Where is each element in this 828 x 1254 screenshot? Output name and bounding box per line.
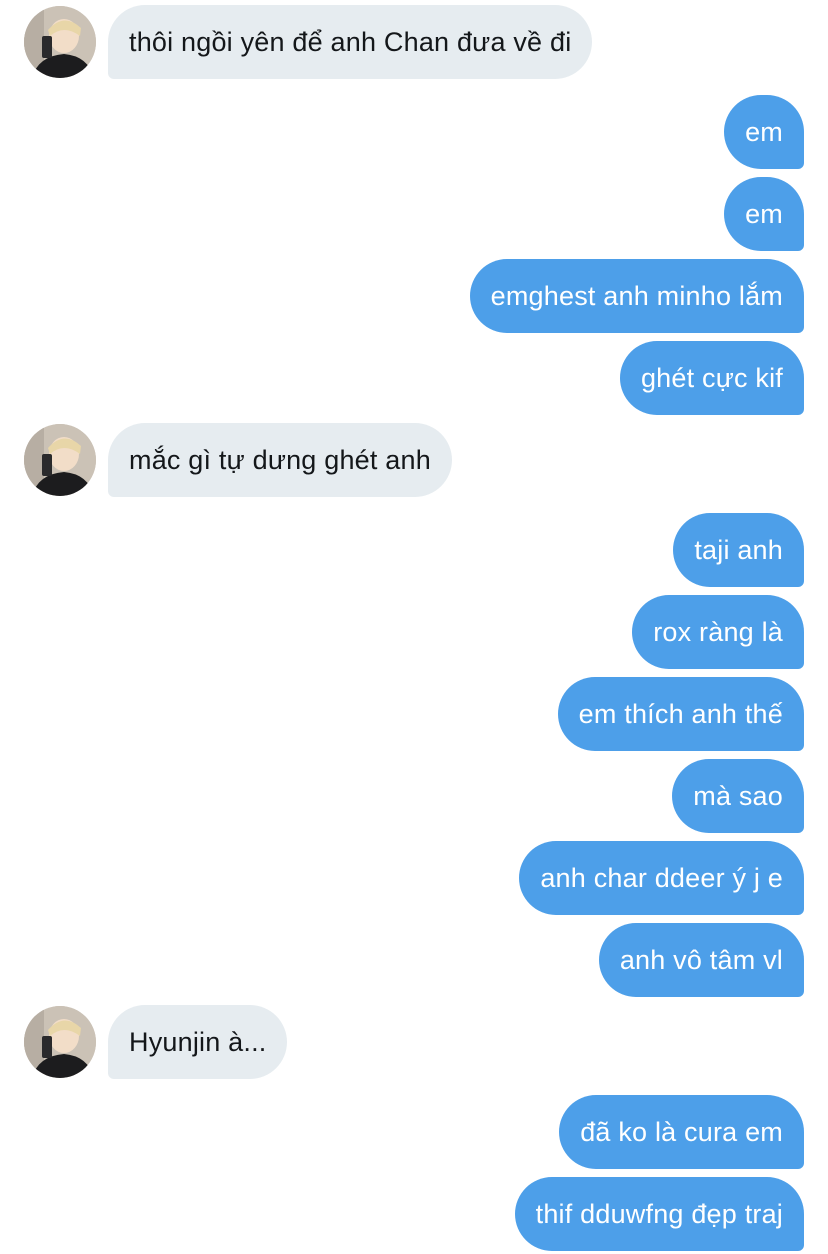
outgoing-message[interactable]: em	[724, 177, 804, 251]
contact-avatar[interactable]	[24, 6, 96, 78]
contact-avatar[interactable]	[24, 424, 96, 496]
outgoing-message[interactable]: thif dduwfng đẹp traj	[514, 1177, 804, 1251]
outgoing-message[interactable]: ghét cực kif	[619, 341, 804, 415]
outgoing-message[interactable]: em	[724, 95, 804, 169]
outgoing-message[interactable]: em thích anh thế	[557, 677, 804, 751]
outgoing-message[interactable]: anh vô tâm vl	[598, 923, 804, 997]
incoming-message[interactable]: Hyunjin à...	[108, 1005, 288, 1079]
outgoing-message[interactable]: mà sao	[672, 759, 804, 833]
outgoing-message[interactable]: emghest anh minho lắm	[469, 259, 804, 333]
avatar-image-icon	[24, 1006, 96, 1078]
outgoing-message[interactable]: rox ràng là	[632, 595, 804, 669]
outgoing-message[interactable]: anh char ddeer ý j e	[519, 841, 804, 915]
incoming-message[interactable]: mắc gì tự dưng ghét anh	[108, 423, 452, 497]
contact-avatar[interactable]	[24, 1006, 96, 1078]
message-thread: thôi ngồi yên để anh Chan đưa về đi em e…	[0, 0, 828, 1254]
outgoing-message[interactable]: taji anh	[673, 513, 804, 587]
avatar-image-icon	[24, 424, 96, 496]
outgoing-message[interactable]: đã ko là cura em	[559, 1095, 804, 1169]
incoming-message[interactable]: thôi ngồi yên để anh Chan đưa về đi	[108, 5, 593, 79]
avatar-image-icon	[24, 6, 96, 78]
